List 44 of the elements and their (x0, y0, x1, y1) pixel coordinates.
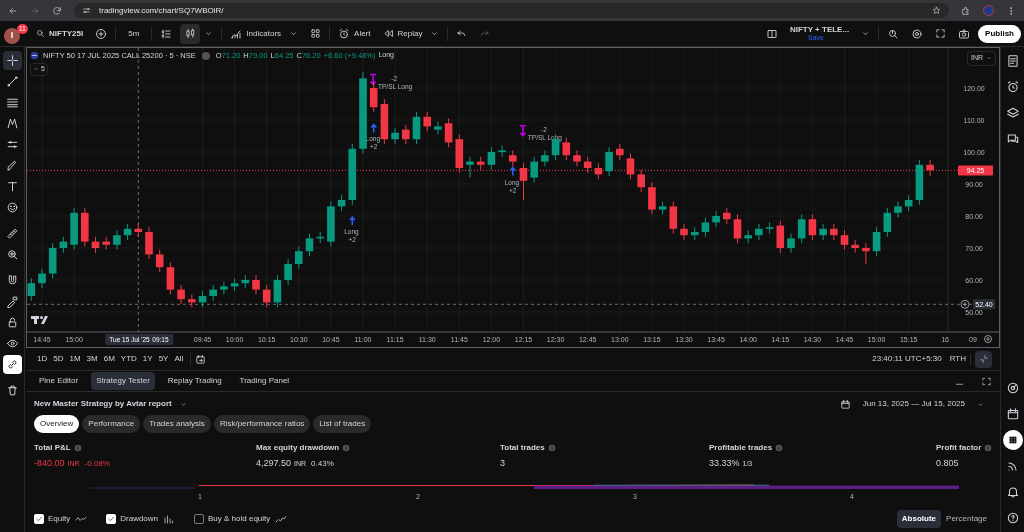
panel-tab[interactable]: Pine Editor (34, 372, 84, 390)
range-button[interactable]: 1M (66, 353, 84, 365)
view-tab[interactable]: Risk/performance ratios (213, 415, 311, 433)
metric-label: Total P&L (34, 442, 71, 454)
checkbox-label: Equity (48, 512, 71, 525)
indicators-button[interactable]: Indicators (230, 27, 282, 40)
range-button[interactable]: All (171, 353, 187, 365)
publish-button[interactable]: Publish (978, 24, 1021, 43)
mode-button[interactable]: Absolute (896, 509, 942, 528)
layout-name: NIFTY + TELE... (789, 25, 850, 34)
session-button[interactable]: RTH (949, 353, 966, 365)
metric-value: 0.805 (936, 457, 960, 470)
range-button[interactable]: 6M (100, 353, 118, 365)
metric-value: 3 (500, 457, 506, 470)
panel-tab[interactable]: Trading Panel (234, 372, 295, 390)
panel-tab[interactable]: Strategy Tester (91, 372, 155, 390)
mode-button[interactable]: Percentage (941, 509, 992, 528)
address-bar[interactable]: tradingview.com/chart/SQ7WBOiR/ (74, 3, 949, 18)
symbol-search-button[interactable]: NIFTY25I (36, 27, 84, 40)
range-button[interactable]: YTD (117, 353, 140, 365)
user-avatar[interactable]: I (4, 27, 20, 44)
url-text: tradingview.com/chart/SQ7WBOiR/ (99, 4, 224, 17)
view-tab[interactable]: Trades analysis (143, 415, 211, 433)
range-button[interactable]: 1D (34, 353, 51, 365)
metric-label: Profit factor (936, 442, 982, 454)
view-tab[interactable]: List of trades (313, 415, 372, 433)
range-button[interactable]: 3M (83, 353, 101, 365)
metric-label: Max equity drawdown (256, 442, 340, 454)
metric-label: Profitable trades (709, 442, 773, 454)
view-tab[interactable]: Overview (34, 415, 80, 433)
clock-text: 23:40:11 UTC+5:30 (872, 353, 942, 365)
range-button[interactable]: 5D (50, 353, 67, 365)
report-dropdown[interactable]: New Master Strategy by Avtar report (34, 398, 187, 410)
metric-label: Total trades (500, 442, 545, 454)
range-button[interactable]: 5Y (155, 353, 172, 365)
panel-tab[interactable]: Replay Trading (162, 372, 227, 390)
interval-button[interactable]: 5m (124, 27, 144, 40)
alert-button[interactable]: Alert (338, 27, 371, 40)
date-range-button[interactable]: Jun 13, 2025 — Jul 15, 2025 (839, 398, 984, 410)
checkbox-label: Buy & hold equity (208, 512, 271, 525)
checkbox-label: Drawdown (120, 512, 159, 525)
view-tab[interactable]: Performance (82, 415, 141, 433)
replay-button[interactable]: Replay (382, 27, 423, 40)
range-button[interactable]: 1Y (139, 353, 156, 365)
